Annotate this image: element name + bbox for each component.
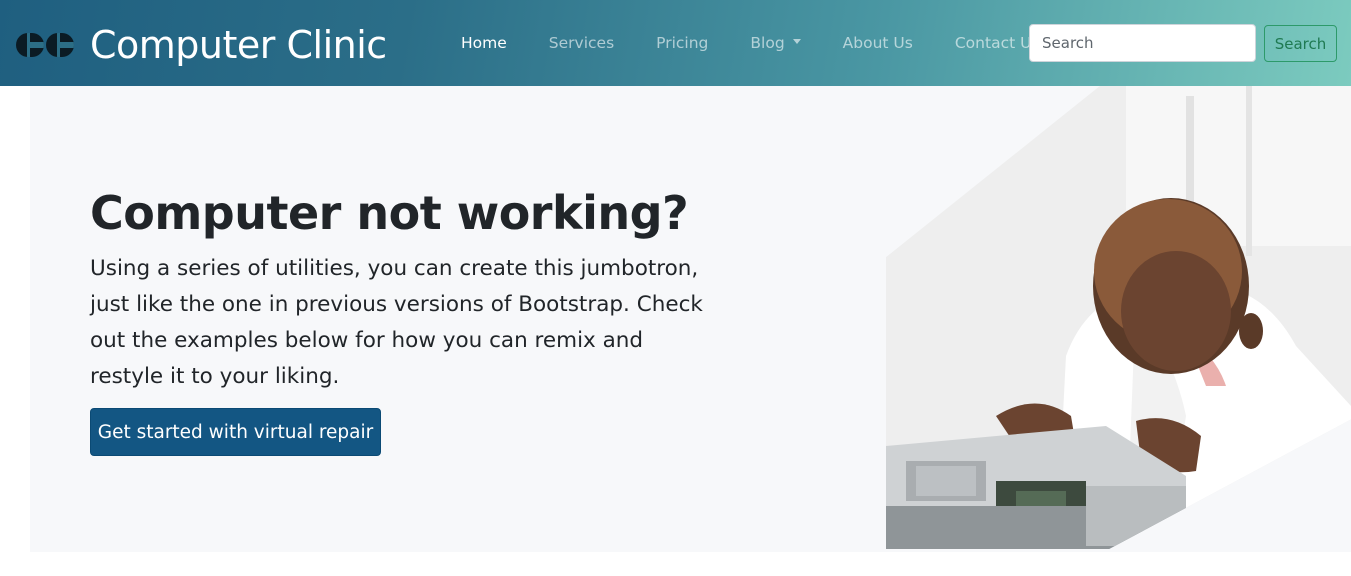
brand[interactable]: Computer Clinic [16,22,387,68]
jumbotron: Computer not working? Using a series of … [30,86,1351,552]
nav-item-services[interactable]: Services [528,34,635,52]
cc-logo-icon [16,33,74,57]
nav-item-blog-label: Blog [750,34,785,52]
search-button[interactable]: Search [1264,25,1337,62]
nav-item-blog[interactable]: Blog [729,34,821,52]
nav-item-about-us[interactable]: About Us [822,34,934,52]
technician-illustration [886,86,1351,549]
nav-item-home[interactable]: Home [440,34,528,52]
nav-links: Home Services Pricing Blog About Us Cont… [440,0,1061,86]
search-input[interactable] [1029,24,1256,62]
brand-name[interactable]: Computer Clinic [90,23,387,67]
technician-repair-photo [886,86,1351,549]
virtual-repair-button[interactable]: Get started with virtual repair [90,408,381,456]
chevron-down-icon [792,39,801,44]
hero-title: Computer not working? [90,186,689,240]
navbar: Computer Clinic Home Services Pricing Bl… [0,0,1351,86]
nav-item-pricing[interactable]: Pricing [635,34,729,52]
hero-lead: Using a series of utilities, you can cre… [90,256,703,389]
